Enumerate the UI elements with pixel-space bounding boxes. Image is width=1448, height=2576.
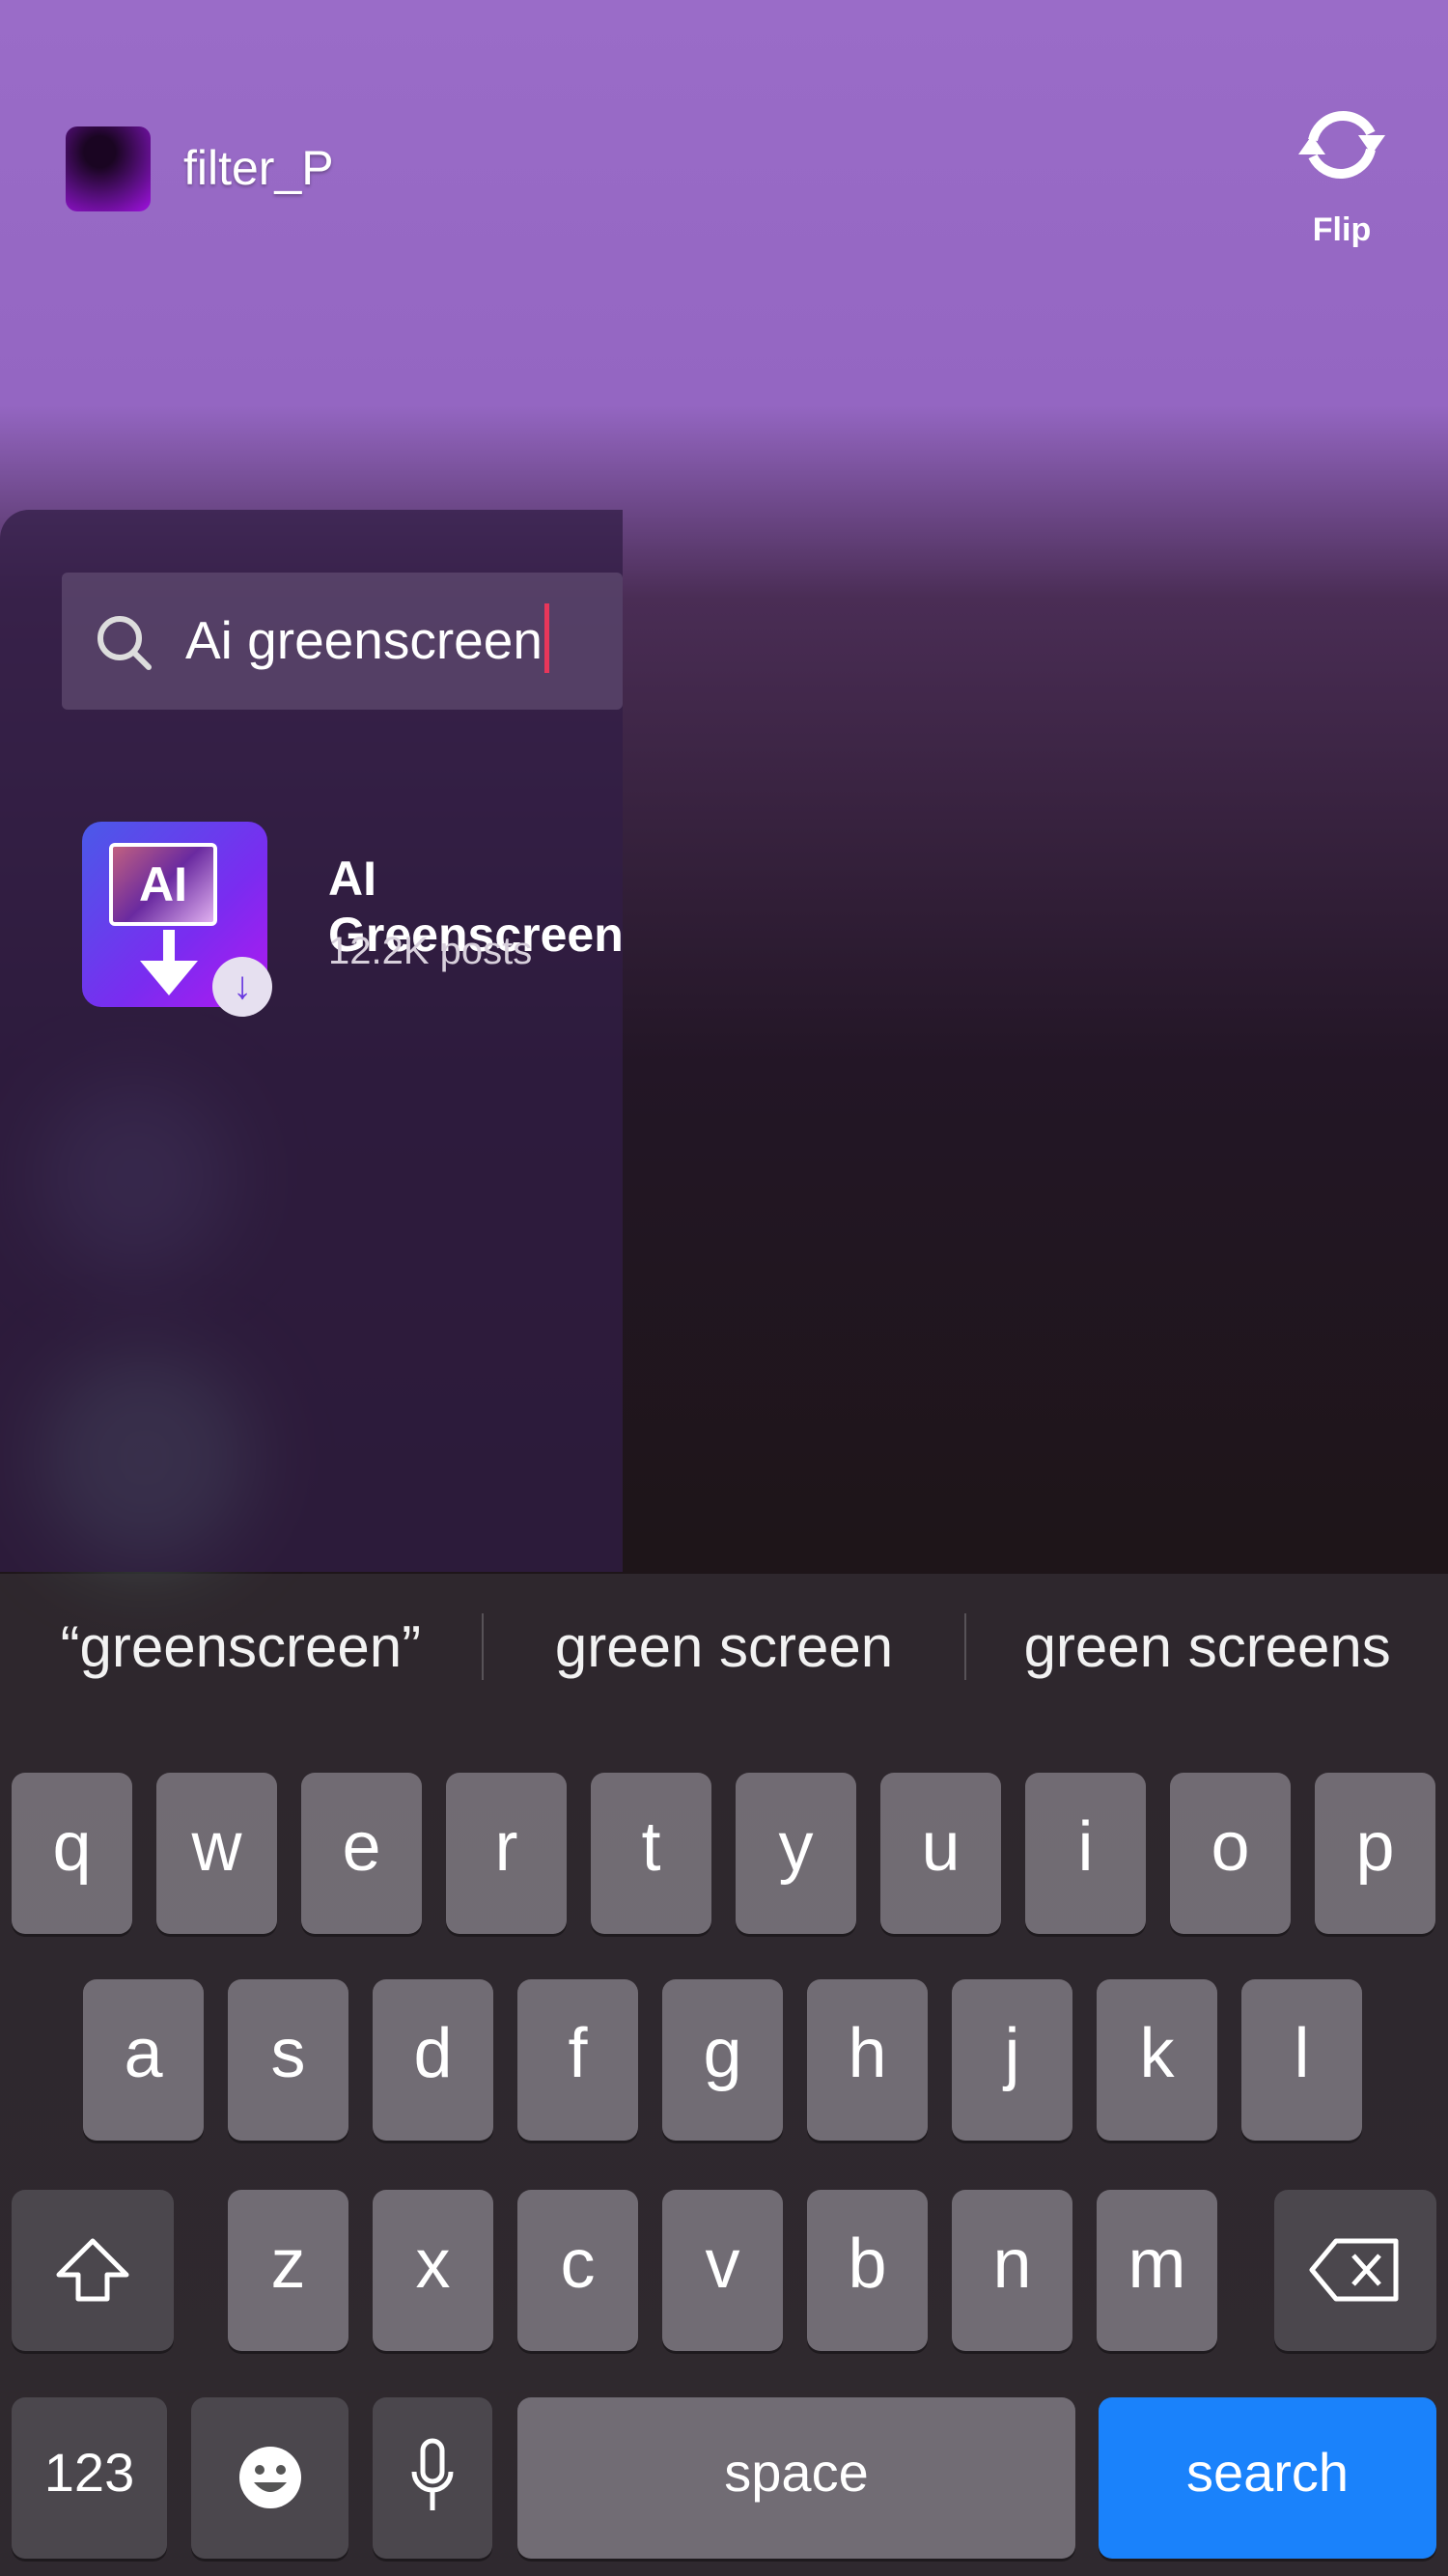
key-y[interactable]: y [736, 1773, 856, 1934]
filter-thumbnail[interactable] [66, 126, 151, 211]
delete-key[interactable] [1274, 2190, 1436, 2351]
backspace-icon [1309, 2238, 1399, 2302]
key-v[interactable]: v [662, 2190, 783, 2351]
arrow-down-icon [140, 930, 198, 995]
key-u[interactable]: u [880, 1773, 1001, 1934]
shift-icon [56, 2238, 129, 2302]
key-l[interactable]: l [1241, 1979, 1362, 2141]
key-h[interactable]: h [807, 1979, 928, 2141]
space-key[interactable]: space [517, 2397, 1075, 2559]
key-c[interactable]: c [517, 2190, 638, 2351]
emoji-icon [238, 2447, 301, 2508]
key-p[interactable]: p [1315, 1773, 1435, 1934]
key-j[interactable]: j [952, 1979, 1072, 2141]
dictation-key[interactable] [373, 2397, 492, 2559]
emoji-key[interactable] [191, 2397, 348, 2559]
search-icon [97, 616, 152, 670]
microphone-icon [411, 2438, 454, 2510]
suggestion[interactable]: green screens [964, 1612, 1448, 1680]
search-input[interactable]: Ai greenscreen [62, 573, 623, 710]
key-x[interactable]: x [373, 2190, 493, 2351]
predictive-bar: “greenscreen” green screen green screens [0, 1574, 1448, 1719]
key-g[interactable]: g [662, 1979, 783, 2141]
search-value: Ai greenscreen [185, 610, 543, 670]
text-caret [543, 603, 549, 674]
suggestion[interactable]: green screen [481, 1612, 965, 1680]
key-r[interactable]: r [446, 1773, 567, 1934]
suggestion[interactable]: “greenscreen” [0, 1613, 482, 1680]
key-n[interactable]: n [952, 2190, 1072, 2351]
key-b[interactable]: b [807, 2190, 928, 2351]
key-z[interactable]: z [228, 2190, 348, 2351]
key-o[interactable]: o [1170, 1773, 1291, 1934]
search-key[interactable]: search [1099, 2397, 1436, 2559]
key-k[interactable]: k [1097, 1979, 1217, 2141]
flip-button[interactable]: Flip [1279, 97, 1405, 249]
key-q[interactable]: q [12, 1773, 132, 1934]
key-i[interactable]: i [1025, 1773, 1146, 1934]
numbers-key[interactable]: 123 [12, 2397, 167, 2559]
shift-key[interactable] [12, 2190, 174, 2351]
download-icon[interactable]: ↓ [212, 957, 272, 1017]
key-m[interactable]: m [1097, 2190, 1217, 2351]
search-result-item[interactable]: AI ↓ AI Greenscreen 12.2K posts [82, 822, 661, 1017]
flip-label: Flip [1312, 211, 1372, 248]
keyboard: “greenscreen” green screen green screens… [0, 1574, 1448, 2576]
key-t[interactable]: t [591, 1773, 711, 1934]
key-d[interactable]: d [373, 1979, 493, 2141]
result-post-count: 12.2K posts [328, 930, 533, 972]
key-a[interactable]: a [83, 1979, 204, 2141]
key-w[interactable]: w [156, 1773, 277, 1934]
key-f[interactable]: f [517, 1979, 638, 2141]
key-s[interactable]: s [228, 1979, 348, 2141]
effect-icon-label: AI [109, 843, 217, 926]
flip-camera-icon [1298, 111, 1385, 179]
filter-name: filter_P [183, 141, 334, 195]
key-e[interactable]: e [301, 1773, 422, 1934]
